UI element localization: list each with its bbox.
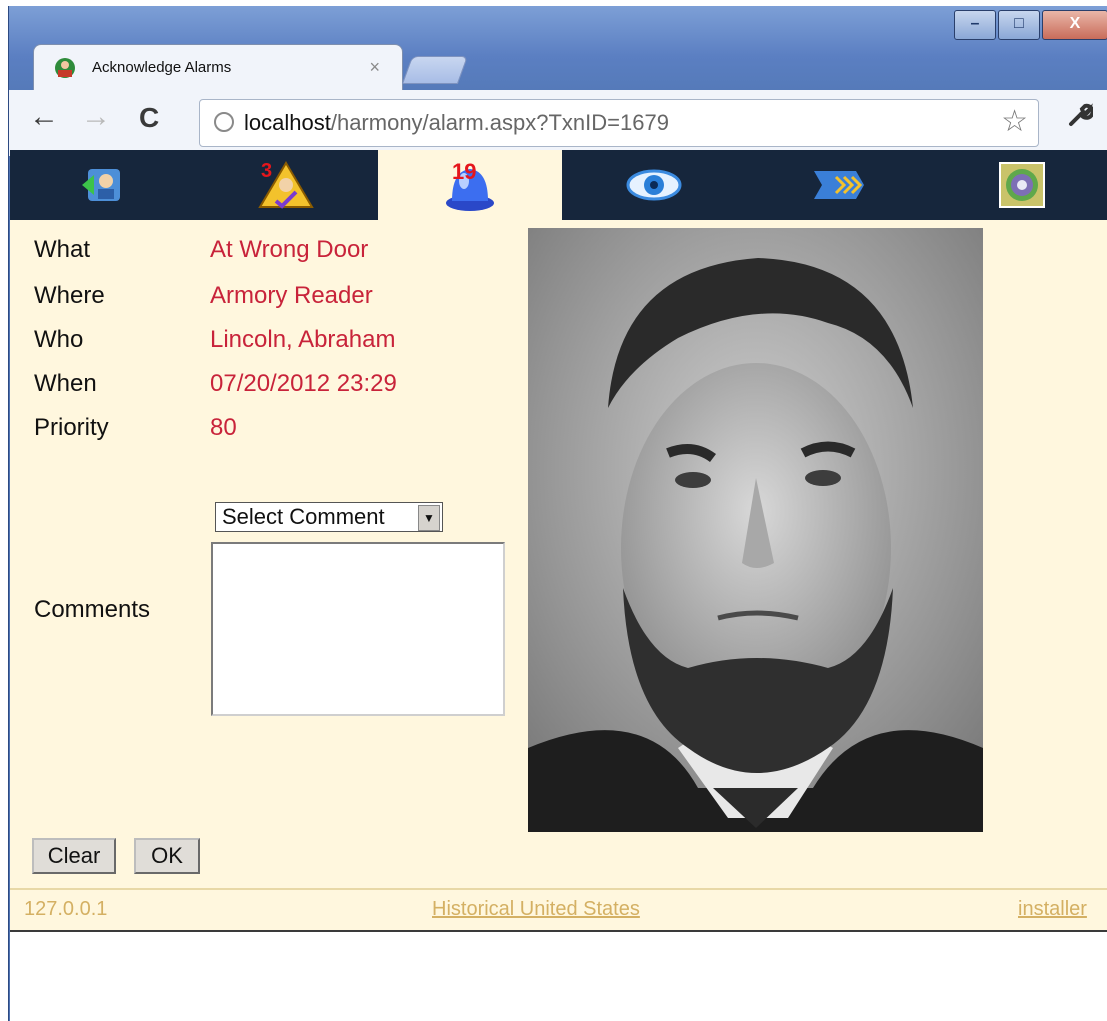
alarm-button[interactable]: 19 [378,150,562,220]
new-tab-button[interactable] [401,56,469,84]
reload-icon[interactable]: C [139,102,159,134]
clear-button[interactable]: Clear [32,838,116,874]
close-window-button[interactable]: X [1042,10,1107,40]
url-path: /harmony/alarm.aspx?TxnID=1679 [330,110,669,135]
footer-ip: 127.0.0.1 [24,898,108,920]
back-arrow-icon[interactable]: ← [29,100,59,134]
value-priority: 80 [210,414,237,441]
value-what: At Wrong Door [210,236,369,263]
url-host: localhost [244,110,331,135]
harmony-favicon-icon [55,58,75,78]
dropdown-arrow-icon[interactable]: ▼ [418,505,440,531]
value-when: 07/20/2012 23:29 [210,370,397,397]
label-priority: Priority [34,414,109,441]
portrait-image [528,228,983,832]
status-footer: 127.0.0.1 Historical United States insta… [10,888,1107,932]
web-page: 3 19 What At Wrong Door Where Armory Rea… [10,150,1107,1021]
user-check-button[interactable]: 3 [194,150,378,220]
user-check-badge: 3 [261,160,272,182]
app-icon-bar: 3 19 [10,150,1107,220]
back-user-icon [82,169,120,201]
alarm-count-badge: 19 [452,159,476,184]
back-to-list-button[interactable] [10,150,194,220]
footer-user-link[interactable]: installer [1018,898,1087,921]
footer-site-link[interactable]: Historical United States [432,898,640,921]
forward-button[interactable] [746,150,930,220]
wrench-menu-icon[interactable] [1067,102,1095,135]
ok-button[interactable]: OK [134,838,200,874]
label-who: Who [34,326,84,353]
user-check-warning-icon: 3 [258,160,314,209]
maximize-button[interactable]: □ [998,10,1040,40]
alarm-details-panel: What At Wrong Door Where Armory Reader W… [10,220,1107,922]
tab-close-icon[interactable]: × [369,57,380,78]
address-bar[interactable]: localhost/harmony/alarm.aspx?TxnID=1679 … [199,99,1039,147]
window-controls: – □ X [952,10,1107,40]
bookmark-star-icon[interactable]: ☆ [1001,104,1028,139]
tab-title: Acknowledge Alarms [92,59,232,76]
eye-icon [626,169,682,201]
comments-textarea[interactable] [211,542,505,716]
value-who: Lincoln, Abraham [210,326,396,353]
minimize-button[interactable]: – [954,10,996,40]
value-where: Armory Reader [210,282,373,309]
browser-tab[interactable]: Acknowledge Alarms × [33,44,403,93]
title-bar: – □ X Acknowledge Alarms × [9,6,1107,93]
alarm-siren-icon: 19 [446,159,494,211]
comment-select-value: Select Comment [222,504,385,529]
fast-forward-icon [814,171,864,199]
camera-lens-icon [999,162,1045,208]
page-info-icon[interactable] [214,112,234,132]
label-where: Where [34,282,105,309]
url-text[interactable]: localhost/harmony/alarm.aspx?TxnID=1679 [244,110,669,136]
browser-toolbar: ← → C localhost/harmony/alarm.aspx?TxnID… [9,90,1107,156]
comment-select[interactable]: Select Comment ▼ [215,502,443,532]
view-button[interactable] [562,150,746,220]
forward-arrow-icon[interactable]: → [81,100,111,134]
label-comments: Comments [34,596,151,623]
label-what: What [34,236,91,263]
label-when: When [34,370,97,397]
camera-button[interactable] [930,150,1107,220]
person-photo [528,228,983,832]
